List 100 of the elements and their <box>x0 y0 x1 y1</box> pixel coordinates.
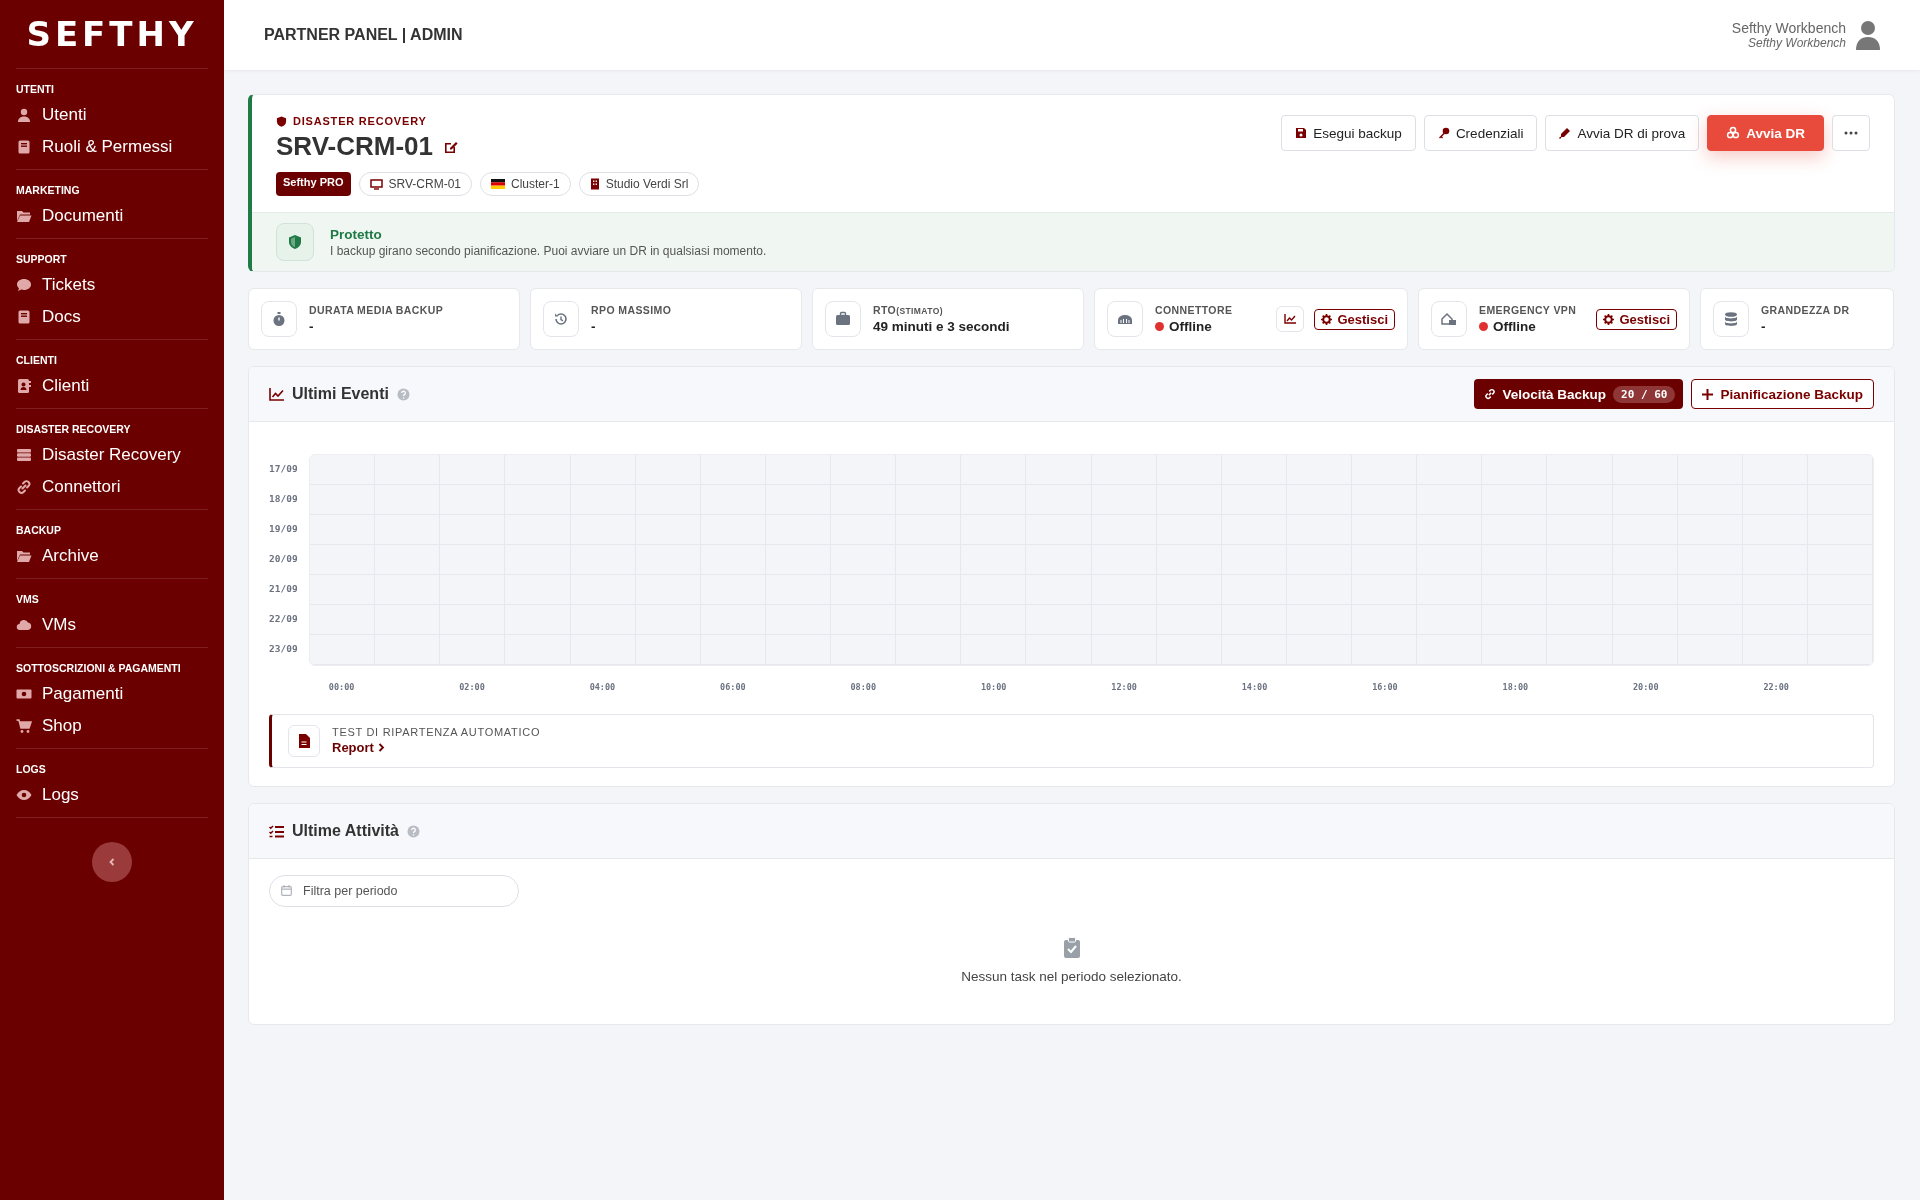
stopwatch-icon <box>271 311 287 327</box>
cart-icon <box>16 718 32 734</box>
building-icon <box>589 178 600 190</box>
stat-label: EMERGENCY VPN <box>1479 304 1578 316</box>
sidebar-item[interactable]: VMs <box>16 609 208 641</box>
sidebar-item[interactable]: Utenti <box>16 99 208 131</box>
date-label: 21/09 <box>269 582 299 596</box>
more-button[interactable] <box>1832 115 1870 151</box>
hour-label: 06:00 <box>720 682 746 692</box>
manage-button[interactable]: Gestisci <box>1314 308 1395 330</box>
gear-icon <box>1321 313 1333 325</box>
calendar-icon <box>281 885 292 896</box>
file-icon <box>298 734 310 748</box>
folder-icon <box>16 548 32 564</box>
hour-label: 10:00 <box>980 682 1007 692</box>
chevron-right-icon <box>377 743 385 752</box>
section-title: SOTTOSCRIZIONI & PAGAMENTI <box>16 662 182 674</box>
report-link[interactable]: Report <box>332 740 385 755</box>
sidebar-item[interactable]: Documenti <box>16 200 208 232</box>
line-chart-icon <box>269 387 284 401</box>
sidebar-item[interactable]: Disaster Recovery <box>16 439 208 471</box>
section-label: DISASTER RECOVERY <box>293 115 427 127</box>
sidebar-item[interactable]: Shop <box>16 710 208 742</box>
empty-message: Nessun task nel periodo selezionato. <box>961 969 1182 984</box>
hour-label: 00:00 <box>328 682 355 692</box>
stat-label: CONNETTORE <box>1155 304 1234 316</box>
status-message: I backup girano secondo pianificazione. Puoi avviare un DR in qualsiasi momento. <box>330 243 767 258</box>
sidebar-item[interactable]: Tickets <box>16 269 208 301</box>
hour-label: 18:00 <box>1502 682 1529 692</box>
action-button[interactable]: Credenziali <box>1423 115 1538 151</box>
stat-label: GRANDEZZA DR <box>1761 304 1851 316</box>
hour-label: 20:00 <box>1632 682 1659 692</box>
key-icon <box>1437 127 1450 139</box>
sidebar-item[interactable]: Logs <box>16 779 208 811</box>
contact-card-icon <box>16 378 32 394</box>
date-label: 20/09 <box>269 552 299 566</box>
sidebar-item[interactable]: Archive <box>16 540 208 572</box>
stat-value: 49 minuti e 3 secondi <box>873 319 1011 334</box>
action-button[interactable]: Esegui backup <box>1281 115 1416 151</box>
backup-speed-button[interactable]: Velocità Backup 20 / 60 <box>1473 379 1684 409</box>
section-title: VMS <box>16 593 40 605</box>
sidebar-item[interactable]: Clienti <box>16 370 208 402</box>
server-name: SRV-CRM-01 <box>276 131 433 162</box>
section-title: BACKUP <box>16 524 62 536</box>
line-chart-icon <box>1284 314 1297 324</box>
page-title: PARTNER PANEL | ADMIN <box>264 26 463 44</box>
stat-value: Offline <box>1169 319 1212 334</box>
section-title: SUPPORT <box>16 253 68 265</box>
sidebar-item[interactable]: Ruoli & Permessi <box>16 131 208 163</box>
hour-label: 02:00 <box>459 682 485 692</box>
manage-button[interactable]: Gestisci <box>1596 308 1677 330</box>
section-title: LOGS <box>16 763 47 775</box>
stat-label: RPO MASSIMO <box>591 304 673 316</box>
hour-label: 16:00 <box>1372 682 1398 692</box>
stat-label: DURATA MEDIA BACKUP <box>309 304 445 316</box>
monitor-icon <box>369 178 383 190</box>
date-label: 18/09 <box>269 492 299 506</box>
server-icon <box>16 447 32 463</box>
stat-value: - <box>309 319 315 334</box>
clipboard-check-icon <box>1062 937 1081 959</box>
link-icon <box>1483 388 1496 400</box>
more-icon <box>1844 131 1858 135</box>
avatar-icon[interactable] <box>1856 20 1880 50</box>
plan-badge: Sefthy PRO <box>276 172 351 196</box>
help-icon[interactable] <box>407 824 420 838</box>
stat-value: Offline <box>1493 319 1536 334</box>
chart-button[interactable] <box>1276 306 1305 332</box>
start-dr-button[interactable]: Avvia DR <box>1707 115 1824 151</box>
briefcase-icon <box>835 311 851 327</box>
sidebar-item[interactable]: Pagamenti <box>16 678 208 710</box>
help-icon[interactable] <box>396 387 410 401</box>
action-button[interactable]: Avvia DR di prova <box>1545 115 1700 151</box>
panel-title: Ultime Attività <box>292 822 399 840</box>
date-filter-field[interactable]: Filtra per periodo <box>269 875 519 907</box>
user-subtitle: Sefthy Workbench <box>1746 36 1846 50</box>
sidebar-item[interactable]: Docs <box>16 301 208 333</box>
user-name: Sefthy Workbench <box>1731 20 1846 36</box>
gear-icon <box>1603 313 1615 325</box>
shield-icon <box>276 115 287 127</box>
link-icon <box>16 479 32 495</box>
logo: SEFTHY <box>16 0 208 69</box>
date-label: 23/09 <box>269 642 299 656</box>
chevron-left-icon <box>107 857 117 867</box>
sidebar-item[interactable]: Connettori <box>16 471 208 503</box>
test-label: TEST DI RIPARTENZA AUTOMATICO <box>332 726 541 738</box>
biohazard-icon <box>1726 126 1741 140</box>
date-label: 19/09 <box>269 522 299 536</box>
history-icon <box>553 311 569 327</box>
list-check-icon <box>269 824 284 838</box>
speed-count: 20 / 60 <box>1613 385 1676 403</box>
collapse-button[interactable] <box>92 842 132 882</box>
schedule-button[interactable]: Pianificazione Backup <box>1691 379 1874 409</box>
hour-label: 22:00 <box>1763 682 1789 692</box>
book-icon <box>16 139 32 155</box>
status-title: Protetto <box>330 226 383 242</box>
flag-icon <box>491 179 505 189</box>
section-title: DISASTER RECOVERY <box>16 423 132 435</box>
cloud-icon <box>16 617 32 633</box>
stat-value: - <box>1761 319 1767 334</box>
eye-icon <box>16 787 32 803</box>
